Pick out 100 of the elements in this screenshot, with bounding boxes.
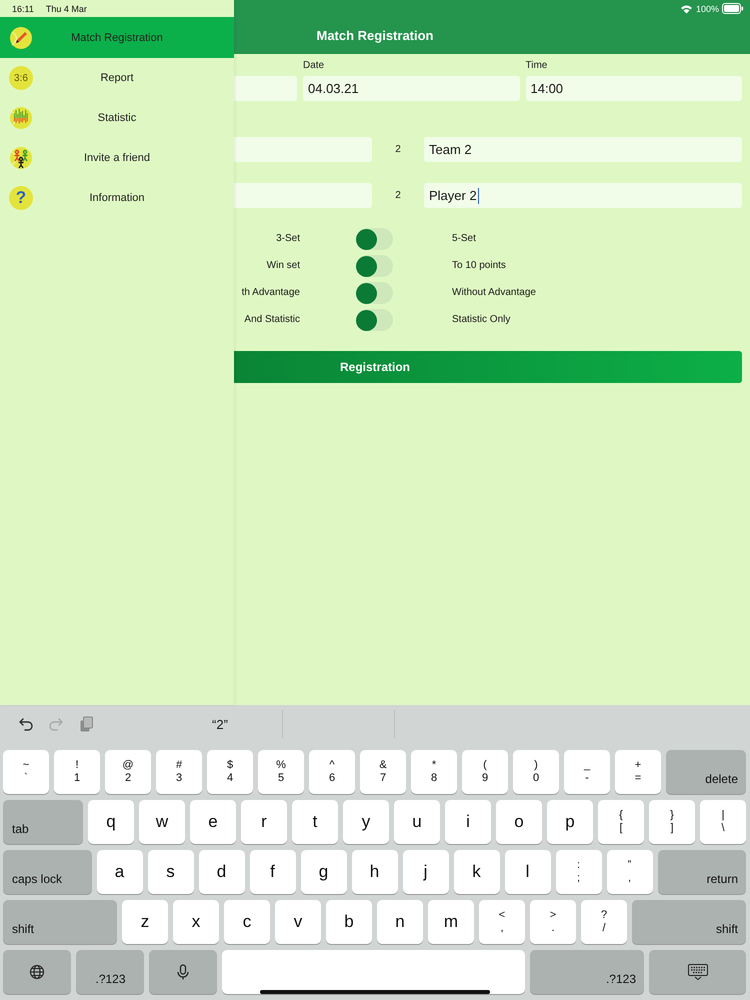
key[interactable]: t — [292, 800, 338, 844]
key[interactable]: ~ ` — [3, 750, 49, 794]
key[interactable]: z — [122, 900, 168, 944]
key[interactable] — [649, 950, 746, 994]
key[interactable]: % 5 — [258, 750, 304, 794]
pencil-ball-icon — [9, 26, 33, 50]
key[interactable]: shift — [3, 900, 117, 944]
undo-icon[interactable] — [18, 716, 34, 732]
space-bar[interactable] — [222, 950, 525, 994]
key[interactable]: { [ — [598, 800, 644, 844]
key[interactable]: ? / — [581, 900, 627, 944]
key[interactable]: .?123 — [76, 950, 144, 994]
key[interactable]: _ - — [564, 750, 610, 794]
input-field[interactable]: Team 2 — [424, 137, 742, 162]
key[interactable]: * 8 — [411, 750, 457, 794]
sidebar-item[interactable]: 3:6 Report — [0, 58, 234, 98]
toggle-switch[interactable] — [356, 308, 393, 330]
sidebar-item-label: Statistic — [96, 112, 138, 124]
key[interactable]: i — [445, 800, 491, 844]
key[interactable]: $ 4 — [207, 750, 253, 794]
sidebar-item[interactable]: ? Information — [0, 178, 234, 218]
key[interactable]: tab — [3, 800, 83, 844]
key[interactable]: < , — [479, 900, 525, 944]
wifi-icon — [680, 4, 693, 14]
pair-number: 2 — [394, 144, 402, 155]
key[interactable]: s — [148, 850, 194, 894]
key[interactable]: ^ 6 — [309, 750, 355, 794]
key[interactable]: l — [504, 850, 550, 894]
key[interactable]: q — [88, 800, 134, 844]
suggestion[interactable]: “2” — [158, 716, 282, 732]
key[interactable]: w — [139, 800, 185, 844]
input-field[interactable] — [234, 137, 372, 162]
battery-icon — [722, 3, 744, 14]
key[interactable]: & 7 — [360, 750, 406, 794]
key[interactable]: ! 1 — [54, 750, 100, 794]
field-label: Date — [303, 60, 326, 71]
chart-ball-icon — [9, 106, 33, 130]
key[interactable]: g — [300, 850, 346, 894]
sidebar-item[interactable]: Invite a friend — [0, 138, 234, 178]
input-field[interactable]: 04.03.21 — [303, 76, 520, 101]
key[interactable]: v — [275, 900, 321, 944]
option-label: 3-Set — [275, 233, 300, 244]
key[interactable]: b — [326, 900, 372, 944]
key[interactable]: + = — [615, 750, 661, 794]
key[interactable] — [3, 950, 71, 994]
key[interactable]: y — [343, 800, 389, 844]
key[interactable]: ” , — [606, 850, 652, 894]
sidebar-item[interactable]: Match Registration — [0, 17, 234, 58]
microphone-icon — [175, 964, 191, 980]
input-field[interactable]: Player 2 — [424, 183, 742, 208]
people-ball-icon — [9, 146, 33, 170]
input-field[interactable] — [234, 183, 372, 208]
input-field[interactable]: 14:00 — [526, 76, 742, 101]
key[interactable]: shift — [632, 900, 746, 944]
key[interactable]: @ 2 — [105, 750, 151, 794]
key[interactable]: | \ — [700, 800, 746, 844]
toggle-switch[interactable] — [356, 254, 393, 276]
field-label: Time — [526, 60, 548, 71]
key[interactable]: o — [496, 800, 542, 844]
option-label: th Advantage — [240, 287, 300, 298]
key[interactable]: x — [173, 900, 219, 944]
key[interactable]: f — [250, 850, 296, 894]
key[interactable]: caps lock — [3, 850, 92, 894]
key[interactable]: return — [658, 850, 746, 894]
key[interactable]: .?123 — [530, 950, 644, 994]
toggle-switch[interactable] — [356, 282, 393, 304]
option-label: Win set — [266, 260, 300, 271]
key[interactable]: p — [547, 800, 593, 844]
option-label: Statistic Only — [452, 314, 512, 325]
key[interactable]: r — [241, 800, 287, 844]
option-label: And Statistic — [243, 314, 300, 325]
key[interactable]: > . — [530, 900, 576, 944]
key[interactable]: ( 9 — [462, 750, 508, 794]
sidebar-item-label: Report — [99, 72, 135, 84]
toggle-switch[interactable] — [356, 228, 393, 250]
sidebar-item-label: Information — [88, 192, 146, 204]
input-field[interactable] — [234, 76, 297, 101]
sidebar-item-label: Invite a friend — [82, 152, 152, 164]
key[interactable]: delete — [666, 750, 746, 794]
key[interactable]: d — [198, 850, 244, 894]
sidebar-item[interactable]: Statistic — [0, 98, 234, 138]
clipboard-icon[interactable] — [78, 716, 94, 732]
key[interactable]: ) 0 — [513, 750, 559, 794]
key[interactable]: n — [377, 900, 423, 944]
key[interactable]: m — [428, 900, 474, 944]
pair-number: 2 — [394, 190, 402, 201]
key[interactable]: a — [96, 850, 142, 894]
registration-button[interactable]: Registration — [234, 351, 742, 383]
key[interactable]: e — [190, 800, 236, 844]
key[interactable]: : ; — [556, 850, 602, 894]
key[interactable]: } ] — [649, 800, 695, 844]
keyboard-icon — [688, 964, 708, 980]
key[interactable]: # 3 — [156, 750, 202, 794]
key[interactable]: c — [224, 900, 270, 944]
key[interactable]: j — [402, 850, 448, 894]
key[interactable]: h — [352, 850, 398, 894]
key[interactable]: u — [394, 800, 440, 844]
status-time: 16:11 — [12, 4, 34, 14]
sidebar-item-label: Match Registration — [70, 32, 164, 44]
key[interactable]: k — [454, 850, 500, 894]
